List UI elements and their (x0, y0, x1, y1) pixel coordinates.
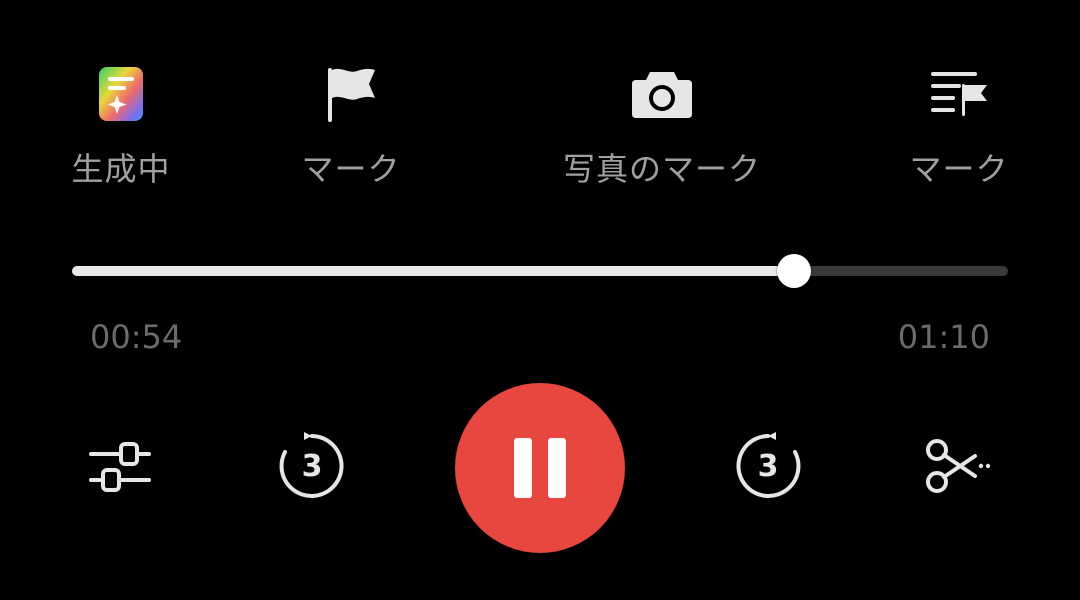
generating-label: 生成中 (71, 150, 171, 188)
mark-label: マーク (301, 150, 401, 188)
mark-list-icon (923, 58, 995, 130)
pause-button[interactable] (455, 383, 625, 553)
generating-button[interactable]: 生成中 (11, 58, 231, 198)
pause-icon (514, 438, 566, 498)
rewind-3s-button[interactable]: 3 (272, 426, 352, 506)
rewind-seconds-label: 3 (301, 448, 323, 484)
progress-track (72, 266, 1008, 276)
sliders-icon (89, 442, 151, 492)
photo-mark-button[interactable]: 写真のマーク (552, 58, 772, 198)
progress-thumb[interactable] (776, 254, 811, 288)
flag-icon (315, 58, 387, 130)
total-time: 01:10 (897, 318, 990, 356)
playback-settings-button[interactable] (80, 430, 160, 502)
camera-icon (626, 58, 698, 130)
mark-list-button[interactable]: マーク (849, 58, 1069, 198)
mark-button[interactable]: マーク (241, 58, 461, 198)
current-time: 00:54 (90, 318, 183, 356)
ai-notes-icon (85, 58, 157, 130)
forward-seconds-label: 3 (757, 448, 779, 484)
mark-list-label: マーク (909, 150, 1009, 188)
scissors-icon (926, 439, 991, 493)
trim-button[interactable] (918, 430, 998, 502)
progress-fill (72, 266, 794, 276)
playback-progress-slider[interactable] (72, 254, 1008, 288)
forward-3s-button[interactable]: 3 (728, 426, 808, 506)
photo-mark-label: 写真のマーク (562, 150, 761, 188)
